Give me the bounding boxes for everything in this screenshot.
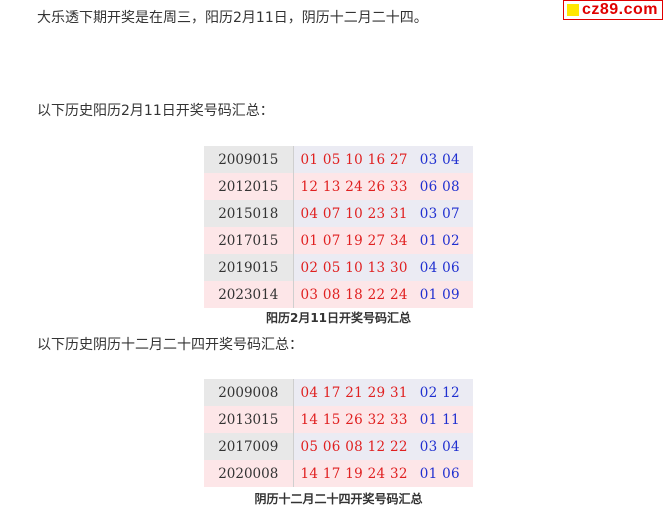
front-numbers: 14 17 19 24 32 bbox=[300, 465, 408, 482]
numbers-cell: 05 06 08 12 22 03 04 bbox=[293, 433, 473, 460]
period-cell: 2009008 bbox=[204, 379, 294, 406]
front-numbers: 05 06 08 12 22 bbox=[300, 438, 408, 455]
period-cell: 2017015 bbox=[204, 227, 294, 254]
front-numbers: 01 07 19 27 34 bbox=[300, 232, 408, 249]
back-numbers: 04 06 bbox=[419, 259, 460, 276]
site-badge-text: cz89.com bbox=[581, 1, 658, 18]
back-numbers: 01 06 bbox=[419, 465, 460, 482]
numbers-cell: 12 13 24 26 33 06 08 bbox=[293, 173, 473, 200]
table-row: 2015018 04 07 10 23 31 03 07 bbox=[204, 200, 473, 227]
site-badge-link[interactable]: cz89.com bbox=[562, 0, 663, 20]
yellow-square-icon bbox=[566, 4, 579, 16]
table-row: 2009008 04 17 21 29 31 02 12 bbox=[204, 379, 473, 406]
numbers-cell: 03 08 18 22 24 01 09 bbox=[293, 281, 473, 308]
back-numbers: 01 02 bbox=[419, 232, 460, 249]
period-cell: 2015018 bbox=[204, 200, 294, 227]
front-numbers: 03 08 18 22 24 bbox=[300, 286, 408, 303]
period-cell: 2023014 bbox=[204, 281, 294, 308]
front-numbers: 04 17 21 29 31 bbox=[300, 384, 408, 401]
lunar-heading: 以下历史阴历十二月二十四开奖号码汇总： bbox=[37, 337, 303, 353]
period-cell: 2019015 bbox=[204, 254, 294, 281]
back-numbers: 01 11 bbox=[419, 411, 460, 428]
numbers-cell: 04 07 10 23 31 03 07 bbox=[293, 200, 473, 227]
table-row: 2012015 12 13 24 26 33 06 08 bbox=[204, 173, 473, 200]
back-numbers: 01 09 bbox=[419, 286, 460, 303]
period-cell: 2013015 bbox=[204, 406, 294, 433]
solar-table-caption: 阳历2月11日开奖号码汇总 bbox=[265, 311, 412, 325]
lunar-draw-table: 2009008 04 17 21 29 31 02 12 2013015 14 1… bbox=[204, 379, 473, 487]
numbers-cell: 01 07 19 27 34 01 02 bbox=[293, 227, 473, 254]
lunar-table-caption: 阴历十二月二十四开奖号码汇总 bbox=[254, 492, 423, 506]
table-row: 2019015 02 05 10 13 30 04 06 bbox=[204, 254, 473, 281]
front-numbers: 14 15 26 32 33 bbox=[300, 411, 408, 428]
period-cell: 2012015 bbox=[204, 173, 294, 200]
numbers-cell: 14 17 19 24 32 01 06 bbox=[293, 460, 473, 487]
table-row: 2009015 01 05 10 16 27 03 04 bbox=[204, 146, 473, 173]
table-row: 2020008 14 17 19 24 32 01 06 bbox=[204, 460, 473, 487]
back-numbers: 03 07 bbox=[419, 205, 460, 222]
period-cell: 2017009 bbox=[204, 433, 294, 460]
back-numbers: 03 04 bbox=[419, 151, 460, 168]
period-cell: 2009015 bbox=[204, 146, 294, 173]
numbers-cell: 01 05 10 16 27 03 04 bbox=[293, 146, 473, 173]
intro-text: 大乐透下期开奖是在周三，阳历2月11日，阴历十二月二十四。 bbox=[37, 10, 428, 26]
article-page: 大乐透下期开奖是在周三，阳历2月11日，阴历十二月二十四。 cz89.com 以… bbox=[0, 0, 664, 514]
table-row: 2017015 01 07 19 27 34 01 02 bbox=[204, 227, 473, 254]
back-numbers: 06 08 bbox=[419, 178, 460, 195]
table-row: 2013015 14 15 26 32 33 01 11 bbox=[204, 406, 473, 433]
period-cell: 2020008 bbox=[204, 460, 294, 487]
front-numbers: 12 13 24 26 33 bbox=[300, 178, 408, 195]
back-numbers: 03 04 bbox=[419, 438, 460, 455]
front-numbers: 01 05 10 16 27 bbox=[300, 151, 408, 168]
numbers-cell: 02 05 10 13 30 04 06 bbox=[293, 254, 473, 281]
numbers-cell: 14 15 26 32 33 01 11 bbox=[293, 406, 473, 433]
table-row: 2017009 05 06 08 12 22 03 04 bbox=[204, 433, 473, 460]
table-row: 2023014 03 08 18 22 24 01 09 bbox=[204, 281, 473, 308]
solar-draw-table: 2009015 01 05 10 16 27 03 04 2012015 12 1… bbox=[204, 146, 473, 308]
front-numbers: 02 05 10 13 30 bbox=[300, 259, 408, 276]
numbers-cell: 04 17 21 29 31 02 12 bbox=[293, 379, 473, 406]
front-numbers: 04 07 10 23 31 bbox=[300, 205, 408, 222]
back-numbers: 02 12 bbox=[419, 384, 460, 401]
solar-heading: 以下历史阳历2月11日开奖号码汇总： bbox=[37, 103, 274, 119]
